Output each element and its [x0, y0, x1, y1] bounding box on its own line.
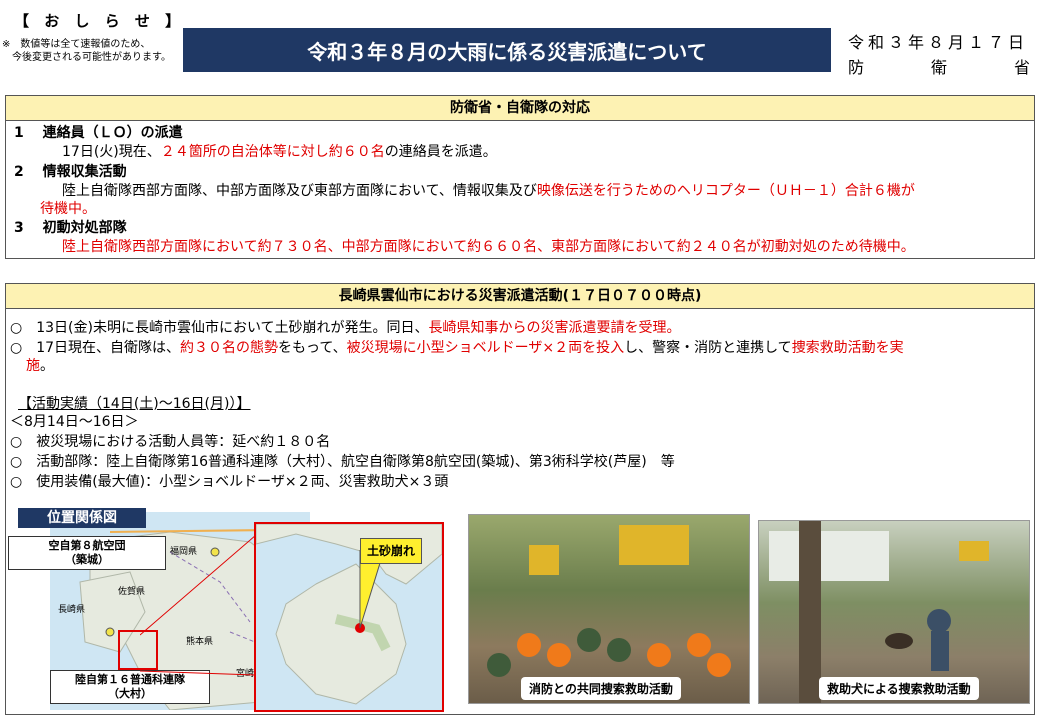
text-span: 陸上自衛隊西部方面隊、中部方面隊及び東部方面隊において、情報収集及び — [62, 183, 537, 199]
caveat-line-2: 今後変更される可能性があります。 — [2, 52, 171, 63]
caveat-line-1: ※ 数値等は全て速報値のため、 — [2, 39, 151, 50]
item-initial-body: 陸上自衛隊西部方面隊において約７３０名、中部方面隊において約６６０名、東部方面隊… — [62, 239, 915, 255]
photo-joint-rescue: 消防との共同捜索救助活動 — [468, 514, 750, 704]
page-title: 令和３年８月の大雨に係る災害派遣について — [183, 28, 831, 72]
photo-caption: 消防との共同捜索救助活動 — [521, 677, 681, 700]
item-lo-title: 1 連絡員（ＬＯ）の派遣 — [14, 125, 183, 141]
record-item: ○ 被災現場における活動人員等：延べ約１８０名 — [10, 434, 331, 450]
item-info-title: 2 情報収集活動 — [14, 164, 127, 180]
map-title: 位置関係図 — [18, 508, 146, 528]
highlight-text: 長崎県知事からの災害派遣要請を受理。 — [428, 320, 681, 336]
text-span: をもって、 — [278, 340, 347, 356]
photo-rescue-dog: 救助犬による捜索救助活動 — [758, 520, 1030, 704]
notice-label: 【 お し ら せ 】 — [14, 12, 186, 30]
highlight-text: ２４箇所の自治体等に対し約６０名 — [160, 144, 385, 160]
photo-caption: 救助犬による捜索救助活動 — [819, 677, 979, 700]
issuing-org: 防 衛 省 — [848, 54, 1030, 78]
highlight-text: 被災現場に小型ショベルドーザ×２両を投入 — [346, 340, 625, 356]
caveat-note: ※ 数値等は全て速報値のため、 今後変更される可能性があります。 — [2, 38, 171, 64]
highlight-text: 約３０名の態勢 — [180, 340, 279, 356]
text-span: ○ 17日現在、自衛隊は、 — [10, 340, 181, 356]
record-title: 【活動実績（14日(土)～16日(月)）】 — [18, 396, 251, 412]
record-item: ○ 使用装備(最大値)：小型ショベルドーザ×２両、災害救助犬×３頭 — [10, 474, 449, 490]
highlight-text: 捜索救助活動を実 — [791, 340, 904, 356]
issue-date: 令和３年８月１７日 — [848, 33, 1029, 52]
zoom-map: 土砂崩れ — [254, 522, 444, 712]
response-section: 防衛省・自衛隊の対応 1 連絡員（ＬＯ）の派遣 17日(火)現在、２４箇所の自治… — [5, 95, 1035, 259]
photo-rescue-dog-graphic — [769, 521, 989, 703]
highlight-text: 映像伝送を行うためのヘリコプター（ＵＨ－１）合計６機が — [536, 183, 915, 199]
place-label: 長崎県 — [58, 605, 86, 615]
photo-joint-rescue-graphic — [487, 525, 731, 677]
text-span: ○ 13日(金)未明に長崎市雲仙市において土砂崩れが発生。同日、 — [10, 320, 429, 336]
landslide-label: 土砂崩れ — [360, 538, 422, 564]
org-char: 省 — [1013, 58, 1030, 77]
item-lo-body: 17日(火)現在、２４箇所の自治体等に対し約６０名の連絡員を派遣。 — [62, 143, 497, 161]
text-span: の連絡員を派遣。 — [384, 144, 497, 160]
text-span: 17日(火)現在、 — [62, 144, 161, 160]
unzen-paragraph-2-cont: 施。 — [26, 357, 54, 375]
item-initial-title: 3 初動対処部隊 — [14, 220, 127, 236]
org-char: 防 — [848, 58, 865, 77]
text-span: し、警察・消防と連携して — [624, 340, 792, 356]
item-info-body-cont: 待機中。 — [40, 201, 96, 217]
response-section-heading: 防衛省・自衛隊の対応 — [6, 96, 1034, 121]
army-base-marker — [105, 627, 115, 637]
zoom-connector-lines — [140, 535, 256, 676]
unzen-paragraph-1: ○ 13日(金)未明に長崎市雲仙市において土砂崩れが発生。同日、長崎県知事からの… — [10, 319, 681, 337]
text-span: 。 — [40, 358, 54, 374]
unzen-section-heading: 長崎県雲仙市における災害派遣活動(１７日０７００時点) — [6, 284, 1034, 309]
record-item: ○ 活動部隊：陸上自衛隊第16普通科連隊（大村）、航空自衛隊第8航空団(築城)、… — [10, 454, 675, 470]
unzen-paragraph-2: ○ 17日現在、自衛隊は、約３０名の態勢をもって、被災現場に小型ショベルドーザ×… — [10, 339, 1030, 357]
highlight-text: 施 — [26, 358, 40, 374]
record-period: ＜8月14日～16日＞ — [10, 414, 139, 430]
org-char: 衛 — [930, 58, 947, 77]
item-info-body: 陸上自衛隊西部方面隊、中部方面隊及び東部方面隊において、情報収集及び映像伝送を行… — [62, 182, 915, 200]
